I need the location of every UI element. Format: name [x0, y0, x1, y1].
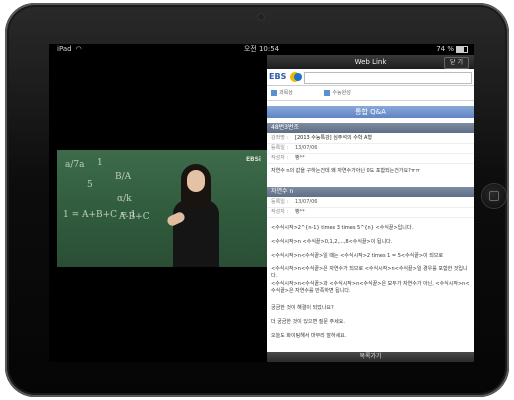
ebs-badge-icon: [294, 73, 302, 81]
answer-line: <수식시작>2^{n-1} times 3 times 5^{n} <수식끝>입…: [271, 225, 414, 231]
field-label: 작성자 :: [271, 209, 289, 215]
panel-header: Web Link 닫 기: [267, 55, 474, 69]
status-bar: iPad ◠ 오전 10:54 74 %: [49, 44, 474, 55]
field-value: [2013 수능특강] 심주석의 수학 A형: [295, 135, 373, 141]
field-value: 빵**: [295, 155, 305, 161]
search-input[interactable]: [304, 72, 472, 84]
answer-line: <수식시작>n <수식끝>0,1,2,...,8<수식끝>이 됩니다.: [271, 239, 393, 245]
field-row: 작성자 : 빵**: [267, 154, 474, 164]
lecture-video[interactable]: a/7a 1 B/A 5 α/k 1 = A+B+C = 1 A-B+C EBS…: [57, 150, 267, 267]
chalk-text: B/A: [115, 172, 132, 182]
field-row: 등록일 : 13/07/06: [267, 144, 474, 154]
field-value: 빵**: [295, 209, 305, 215]
chalk-text: 1: [97, 158, 103, 168]
field-label: 등록일 :: [271, 199, 289, 205]
chalk-text: a/7a: [65, 160, 85, 170]
answer-line: 오늘도 화이팅해서 마무리 잘하세요.: [271, 333, 347, 339]
field-label: 등록일 :: [271, 145, 289, 151]
ebsi-logo: EBSi: [245, 156, 261, 163]
qa-title: 통합 Q&A: [267, 106, 474, 118]
battery-percent: 74 %: [436, 45, 454, 53]
chalk-text: α/k: [117, 194, 132, 204]
home-square-icon: [489, 191, 499, 201]
ipad-frame: iPad ◠ 오전 10:54 74 % a/7a 1 B/A 5 α/k 1 =…: [5, 3, 509, 397]
field-row: 작성자 : 빵**: [267, 208, 474, 218]
teacher-figure: [165, 164, 227, 267]
status-time: 오전 10:54: [243, 45, 280, 53]
answer-line: <수식시작>n<수식끝>은 자연수가 되므로 <수식시작>n<수식끝>일 경우를…: [271, 266, 468, 279]
answer-line: 더 궁금한 것이 있으면 질문 주세요.: [271, 319, 345, 325]
brand-bar: EBS: [267, 69, 474, 86]
battery-icon: [456, 45, 468, 53]
question-body: 자연수 n의 값을 구하는건데 왜 자연수가아닌 0도 포함되는건가요?ㅠㅠ: [271, 168, 420, 174]
question-header: 48번3번조: [267, 123, 474, 133]
web-link-panel: Web Link 닫 기 EBS 과목상 수능완성 통합 Q&A 48번3번조 …: [267, 55, 474, 362]
sub-nav: 과목상 수능완성: [267, 86, 474, 101]
panel-footer: 목록가기: [267, 352, 474, 362]
panel-title: Web Link: [354, 58, 387, 66]
ebs-logo[interactable]: EBS: [269, 72, 286, 81]
tab-suneung[interactable]: 수능완성: [332, 90, 350, 96]
field-value: 13/07/06: [295, 145, 318, 151]
camera-icon: [258, 14, 264, 20]
tab-icon: [271, 89, 277, 96]
answer-line: <수식시작>n<수식끝>과 <수식시작>n<수식끝>은 모두가 자연수가 아닌,…: [271, 281, 470, 294]
chalk-text: A-B+C: [119, 212, 150, 222]
tab-icon: [324, 89, 331, 96]
status-right: 74 %: [436, 44, 468, 55]
field-label: 작성자 :: [271, 155, 289, 161]
field-value: 13/07/06: [295, 199, 318, 205]
field-label: 강좌명 :: [271, 135, 289, 141]
back-to-list-button[interactable]: 목록가기: [267, 352, 474, 362]
screen: iPad ◠ 오전 10:54 74 % a/7a 1 B/A 5 α/k 1 =…: [49, 44, 474, 362]
home-button[interactable]: [482, 184, 506, 208]
field-row: 강좌명 : [2013 수능특강] 심주석의 수학 A형: [267, 134, 474, 144]
field-row: 등록일 : 13/07/06: [267, 198, 474, 208]
close-button[interactable]: 닫 기: [444, 57, 469, 69]
tab-subject[interactable]: 과목상: [279, 90, 293, 96]
answer-line: 궁금한 것이 해결이 되었나요?: [271, 305, 334, 311]
answer-header: 자연수 n: [267, 187, 474, 197]
chalk-text: 5: [87, 180, 93, 190]
answer-line: <수식시작>n<수식끝>일 때는 <수식시작>2 times 1 = 5<수식끝…: [271, 253, 444, 259]
